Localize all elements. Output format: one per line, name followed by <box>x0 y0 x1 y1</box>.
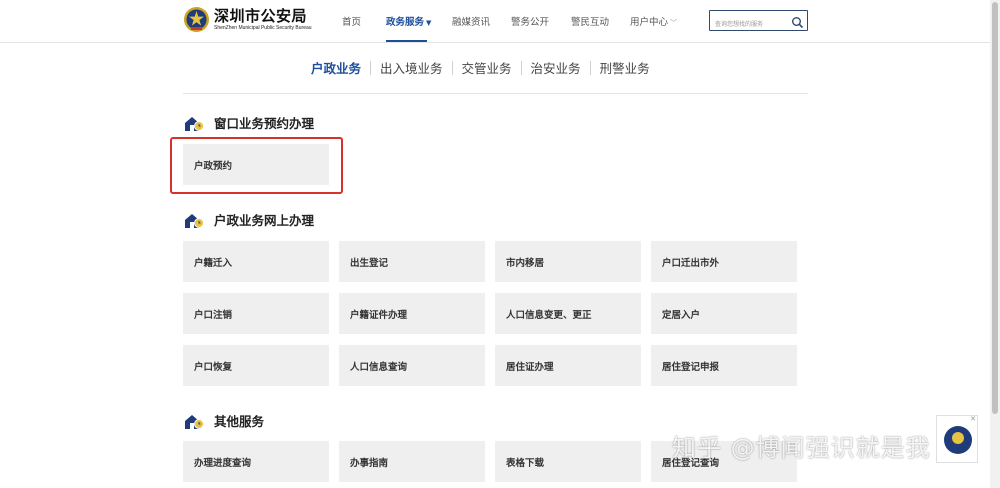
nav-police-interaction[interactable]: 警民互动 <box>571 14 609 28</box>
card-label: 居住证办理 <box>506 362 554 373</box>
site-header: 深圳市公安局 ShenZhen Municipal Public Securit… <box>0 0 1000 42</box>
search-icon[interactable] <box>791 14 804 29</box>
card-label: 户口恢复 <box>194 362 233 373</box>
building-clock-icon <box>183 211 205 229</box>
tab-traffic[interactable]: 交管业务 <box>453 58 521 77</box>
chevron-down-icon: ▼ <box>426 19 432 27</box>
logo-subtitle: ShenZhen Municipal Public Security Burea… <box>214 24 312 31</box>
card-label: 出生登记 <box>350 258 389 269</box>
tab-household[interactable]: 户政业务 <box>302 58 370 77</box>
search-box <box>709 10 808 34</box>
service-card[interactable]: 户口迁出市外 <box>651 241 797 282</box>
nav-gov-services[interactable]: 政务服务 ▼ <box>386 14 431 28</box>
site-logo[interactable]: 深圳市公安局 ShenZhen Municipal Public Securit… <box>183 6 312 33</box>
nav-police-affairs[interactable]: 警务公开 <box>511 14 549 28</box>
building-clock-icon <box>183 412 205 430</box>
service-card[interactable]: 出生登记 <box>339 241 485 282</box>
service-card[interactable]: 表格下载 <box>495 441 641 482</box>
tabs-divider <box>183 93 808 94</box>
card-label: 市内移居 <box>506 258 545 269</box>
card-label: 户口注销 <box>194 310 233 321</box>
close-icon[interactable]: ✕ <box>970 415 976 423</box>
card-label: 办事指南 <box>350 458 389 469</box>
service-card[interactable]: 户口恢复 <box>183 345 329 386</box>
card-label: 户籍证件办理 <box>350 310 408 321</box>
service-card[interactable]: 定居入户 <box>651 293 797 334</box>
tab-public-security[interactable]: 治安业务 <box>522 58 590 77</box>
service-card[interactable]: 办理进度查询 <box>183 441 329 482</box>
service-card[interactable]: 人口信息变更、更正 <box>495 293 641 334</box>
header-divider <box>0 42 990 43</box>
tab-criminal[interactable]: 刑警业务 <box>591 58 659 77</box>
service-card[interactable]: 户籍迁入 <box>183 241 329 282</box>
search-input[interactable] <box>710 15 790 34</box>
nav-user-center-label: 用户中心 <box>630 17 669 28</box>
card-label: 户口迁出市外 <box>662 258 720 269</box>
service-card[interactable]: 户口注销 <box>183 293 329 334</box>
service-card[interactable]: 居住证办理 <box>495 345 641 386</box>
service-card[interactable]: 人口信息查询 <box>339 345 485 386</box>
logo-title: 深圳市公安局 <box>214 6 308 25</box>
service-card[interactable]: 市内移居 <box>495 241 641 282</box>
card-label: 人口信息变更、更正 <box>506 310 592 321</box>
police-emblem-icon <box>183 6 210 33</box>
card-label: 户籍迁入 <box>194 258 233 269</box>
card-label: 办理进度查询 <box>194 458 252 469</box>
section-label: 其他服务 <box>214 414 265 429</box>
section-label: 窗口业务预约办理 <box>214 116 315 131</box>
section-label: 户政业务网上办理 <box>214 213 315 228</box>
nav-home[interactable]: 首页 <box>342 14 361 28</box>
nav-user-center[interactable]: 用户中心 ﹀ <box>630 14 677 28</box>
card-label: 居住登记申报 <box>662 362 720 373</box>
card-label: 人口信息查询 <box>350 362 408 373</box>
section-title-other-services: 其他服务 <box>183 411 264 430</box>
service-card[interactable]: 户籍证件办理 <box>339 293 485 334</box>
scrollbar-thumb[interactable] <box>992 2 998 414</box>
section-title-window-appointment: 窗口业务预约办理 <box>183 113 314 132</box>
building-clock-icon <box>183 114 205 132</box>
police-emblem-icon <box>944 426 972 454</box>
watermark-text: 知乎 @博闻强识就是我 <box>672 434 931 462</box>
section-title-household-online: 户政业务网上办理 <box>183 210 314 229</box>
floating-service-widget[interactable]: ✕ <box>936 415 978 463</box>
nav-gov-services-label: 政务服务 <box>386 17 425 28</box>
service-category-tabs: 户政业务 出入境业务 交管业务 治安业务 刑警业务 <box>302 58 659 77</box>
highlight-box <box>170 137 343 194</box>
nav-media-news[interactable]: 融媒资讯 <box>452 14 490 28</box>
card-label: 表格下载 <box>506 458 545 469</box>
card-label: 定居入户 <box>662 310 701 321</box>
service-card[interactable]: 居住登记申报 <box>651 345 797 386</box>
tab-exit-entry[interactable]: 出入境业务 <box>371 58 452 77</box>
chevron-down-icon: ﹀ <box>670 19 678 27</box>
service-card[interactable]: 办事指南 <box>339 441 485 482</box>
